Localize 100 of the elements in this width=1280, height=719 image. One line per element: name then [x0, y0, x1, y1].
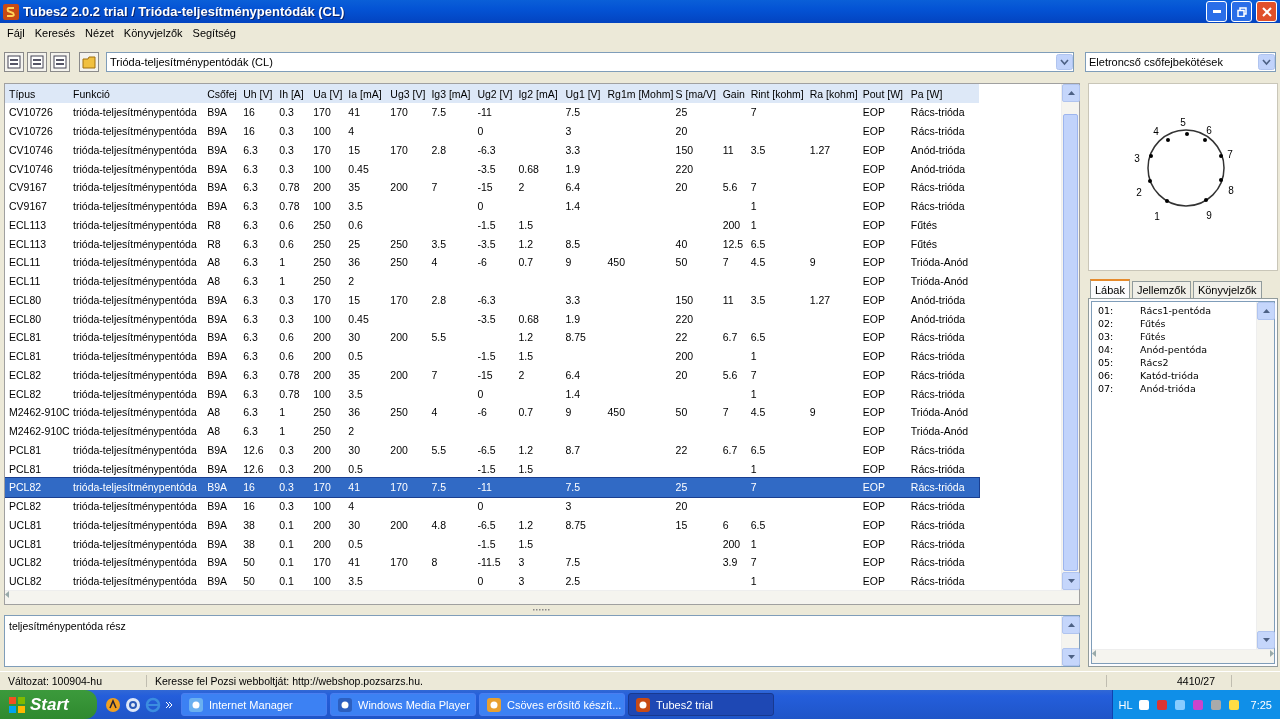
column-header[interactable]: Funkció [69, 84, 204, 103]
tab[interactable]: Jellemzők [1132, 281, 1191, 298]
table-cell: ECL81 [9, 350, 42, 363]
column-header[interactable]: Ug1 [V] [561, 84, 604, 103]
menu-item[interactable]: Fájl [2, 27, 30, 39]
table-cell: 6.5 [750, 518, 766, 531]
table-cell: 2 [348, 275, 355, 288]
column-header[interactable]: Gain [718, 84, 747, 103]
table-cell: 1.27 [809, 143, 831, 156]
view-dropdown[interactable]: Eletroncső csőfejbekötések [1085, 52, 1276, 72]
category-dropdown[interactable]: Trióda-teljesítménypentódák (CL) [106, 52, 1074, 72]
column-header[interactable]: Ig2 [mA] [514, 84, 562, 103]
table-cell: Rács-trióda [910, 350, 965, 363]
taskbar-item[interactable]: Csöves erősítő készít... [479, 693, 625, 716]
table-cell: 20 [675, 125, 688, 138]
table-cell: B9A [207, 312, 228, 325]
table-cell: -1.5 [477, 350, 496, 363]
close-button[interactable] [1256, 1, 1277, 22]
table-cell: 6.5 [750, 443, 766, 456]
tab[interactable]: Lábak [1090, 279, 1130, 298]
table-cell: trióda-teljesítménypentóda [73, 237, 197, 250]
menu-item[interactable]: Keresés [29, 27, 81, 39]
column-header[interactable]: Típus [5, 84, 70, 103]
table-cell: 4 [348, 500, 355, 513]
toolbar-button[interactable] [79, 52, 99, 72]
table-cell: EOP [862, 275, 885, 288]
table-cell: EOP [862, 518, 885, 531]
table-cell: Anód-trióda [910, 143, 966, 156]
pin-number: 4 [1153, 126, 1159, 137]
taskbar-item[interactable]: Windows Media Player [330, 693, 476, 716]
table-cell: Fűtés [910, 218, 938, 231]
vertical-scrollbar[interactable] [1061, 84, 1079, 590]
table-cell: 7 [431, 181, 438, 194]
table-cell: 6 [722, 518, 729, 531]
column-header[interactable]: Ig3 [mA] [427, 84, 474, 103]
toolbar-button[interactable] [50, 52, 70, 72]
column-header[interactable]: Ua [V] [309, 84, 345, 103]
menu-item[interactable]: Nézet [80, 27, 119, 39]
taskbar-item[interactable]: Tubes2 trial [628, 693, 774, 716]
table-cell: 170 [390, 143, 408, 156]
column-header[interactable]: Pa [W] [906, 84, 979, 103]
column-header[interactable]: Ia [mA] [344, 84, 387, 103]
tray-icon [1226, 697, 1241, 712]
table-cell: A8 [207, 275, 221, 288]
app-icon [486, 696, 502, 713]
column-header[interactable]: Csőfej [203, 84, 240, 103]
scroll-right-icon [1270, 650, 1274, 657]
toolbar-button[interactable] [4, 52, 24, 72]
table-cell: R8 [207, 237, 221, 250]
column-header[interactable]: Rint [kohm] [746, 84, 806, 103]
table-cell: Rács-trióda [910, 518, 965, 531]
maximize-button[interactable] [1231, 1, 1252, 22]
minimize-button[interactable] [1206, 1, 1227, 22]
table-cell: EOP [862, 350, 885, 363]
table-row[interactable]: PCL82 trióda-teljesítménypentóda B9A 16 0.3 170 41 170 7.5 -11 7.5 25 7 EOP Rács-trióda [5, 478, 979, 497]
table-cell: 1 [279, 256, 286, 269]
table-cell: ECL113 [9, 237, 47, 250]
table-cell: 250 [313, 275, 331, 288]
horizontal-scrollbar[interactable] [5, 590, 1079, 604]
app-icon [635, 696, 651, 713]
table-cell: B9A [207, 200, 228, 213]
column-header[interactable]: Rg1m [Mohm] [603, 84, 672, 103]
table-cell: 0.3 [279, 293, 294, 306]
tray-icon [1172, 697, 1187, 712]
table-cell: 5.5 [431, 443, 446, 456]
table-cell: 0.3 [279, 500, 294, 513]
table-cell: 1.2 [518, 237, 534, 250]
table-cell: EOP [862, 237, 885, 250]
table-cell: 200 [722, 537, 741, 550]
taskbar-item[interactable]: Internet Manager [181, 693, 327, 716]
column-header[interactable]: Ih [A] [275, 84, 310, 103]
column-header[interactable]: Ug2 [V] [473, 84, 515, 103]
table-cell: 200 [722, 218, 741, 231]
tab[interactable]: Könyvjelzők [1192, 281, 1262, 298]
table-cell: A8 [207, 256, 221, 269]
table-cell: EOP [862, 481, 885, 494]
table-cell: PCL81 [9, 462, 42, 475]
window-title: Tubes2 2.0.2 trial / Trióda-teljesítménypentódák (CL) [23, 4, 346, 19]
app-icon [188, 696, 204, 713]
table-cell: 1.9 [565, 312, 581, 325]
table-cell: 200 [313, 368, 331, 381]
pin-name: Rács1-pentóda [1140, 305, 1212, 316]
menu-item[interactable]: Segítség [187, 27, 241, 39]
table-cell: UCL81 [9, 537, 42, 550]
table-cell: B9A [207, 293, 228, 306]
document-icon [30, 55, 44, 69]
column-header[interactable]: Uh [V] [239, 84, 276, 103]
column-header[interactable]: Ra [kohm] [805, 84, 859, 103]
column-header[interactable]: Ug3 [V] [386, 84, 428, 103]
table-cell: 6.7 [722, 331, 738, 344]
table-cell: ECL80 [9, 293, 42, 306]
toolbar-button[interactable] [27, 52, 47, 72]
start-button[interactable]: Start [0, 690, 97, 719]
status-version: Változat: 100904-hu [0, 675, 147, 687]
column-header[interactable]: Pout [W] [858, 84, 907, 103]
table-cell: B9A [207, 106, 228, 119]
table-cell: -6.3 [477, 293, 496, 306]
menu-item[interactable]: Könyvjelzők [118, 27, 188, 39]
table-cell: Rács-trióda [910, 106, 965, 119]
description-box[interactable]: teljesítménypentóda rész [4, 615, 1080, 667]
